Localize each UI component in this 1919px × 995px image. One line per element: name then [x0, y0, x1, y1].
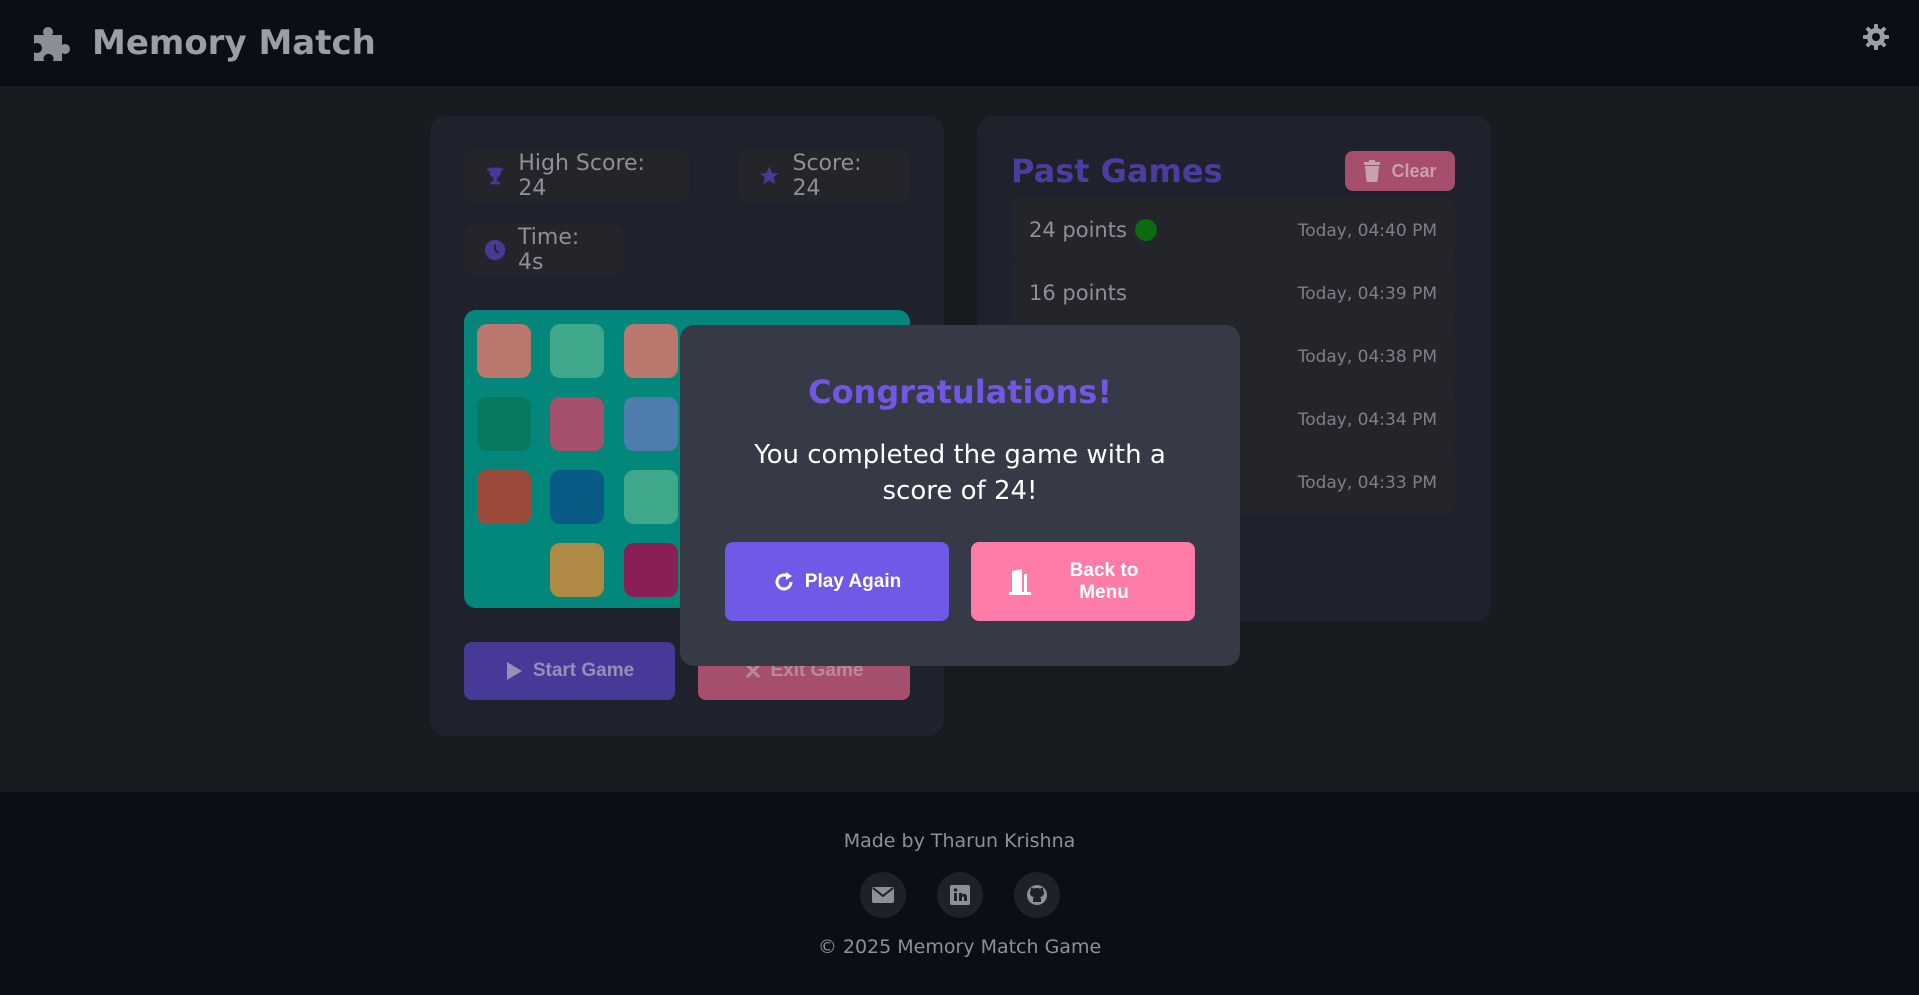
- play-icon: [506, 662, 522, 680]
- history-time: Today, 04:40 PM: [1297, 221, 1437, 241]
- card[interactable]: [624, 543, 678, 597]
- history-time: Today, 04:34 PM: [1297, 410, 1437, 430]
- card[interactable]: [477, 470, 531, 524]
- card[interactable]: [550, 397, 604, 451]
- history-time: Today, 04:39 PM: [1297, 284, 1437, 304]
- app-footer: Made by Tharun Krishna © 2025 Memory Mat…: [0, 792, 1919, 995]
- card[interactable]: [624, 470, 678, 524]
- history-time: Today, 04:33 PM: [1297, 473, 1437, 493]
- high-score-badge: High Score: 24: [464, 150, 689, 202]
- start-game-button[interactable]: Start Game: [464, 642, 675, 700]
- score-text: Score: 24: [792, 151, 862, 201]
- time-badge: Time: 4s: [464, 224, 624, 276]
- footer-copyright: © 2025 Memory Match Game: [817, 936, 1102, 958]
- score-badge: Score: 24: [738, 150, 910, 202]
- app-title: Memory Match: [92, 23, 376, 63]
- time-text: Time: 4s: [518, 225, 580, 275]
- trophy-icon: [486, 167, 504, 185]
- card[interactable]: [624, 324, 678, 378]
- linkedin-icon: [950, 885, 970, 905]
- github-link[interactable]: [1014, 872, 1060, 918]
- card[interactable]: [624, 397, 678, 451]
- footer-credit: Made by Tharun Krishna: [843, 830, 1076, 852]
- play-again-label: Play Again: [804, 570, 902, 592]
- linkedin-link[interactable]: [937, 872, 983, 918]
- history-row: 16 points Today, 04:39 PM: [1011, 261, 1455, 325]
- modal-message: You completed the game with a score of 2…: [754, 440, 1166, 506]
- card[interactable]: [477, 324, 531, 378]
- email-icon: [872, 887, 894, 903]
- play-again-button[interactable]: Play Again: [725, 542, 949, 621]
- clock-icon: [484, 239, 506, 261]
- github-icon: [1027, 885, 1047, 905]
- history-row: 24 points Today, 04:40 PM: [1011, 198, 1455, 262]
- back-to-menu-label: Back to Menu: [1069, 559, 1139, 603]
- new-badge-dot: [1134, 219, 1157, 241]
- clear-history-button[interactable]: Clear: [1345, 151, 1455, 191]
- card[interactable]: [550, 543, 604, 597]
- history-points: 16 points: [1029, 281, 1127, 305]
- back-to-menu-button[interactable]: Back to Menu: [971, 542, 1195, 621]
- door-icon: [1009, 568, 1031, 595]
- puzzle-icon: [34, 27, 70, 61]
- trash-icon: [1364, 160, 1381, 182]
- past-games-title: Past Games: [1011, 152, 1223, 190]
- history-time: Today, 04:38 PM: [1297, 347, 1437, 367]
- high-score-text: High Score: 24: [518, 151, 645, 201]
- card[interactable]: [550, 470, 604, 524]
- app-header: Memory Match: [0, 0, 1919, 86]
- history-points: 24 points: [1029, 218, 1157, 242]
- card[interactable]: [477, 397, 531, 451]
- clear-label: Clear: [1391, 160, 1437, 181]
- email-link[interactable]: [860, 872, 906, 918]
- card[interactable]: [550, 324, 604, 378]
- modal-title: Congratulations!: [808, 373, 1112, 411]
- gear-icon[interactable]: [1861, 22, 1891, 52]
- start-game-label: Start Game: [532, 660, 635, 681]
- refresh-icon: [775, 571, 793, 590]
- star-icon: [759, 166, 779, 185]
- game-complete-modal: Congratulations! You completed the game …: [680, 325, 1240, 666]
